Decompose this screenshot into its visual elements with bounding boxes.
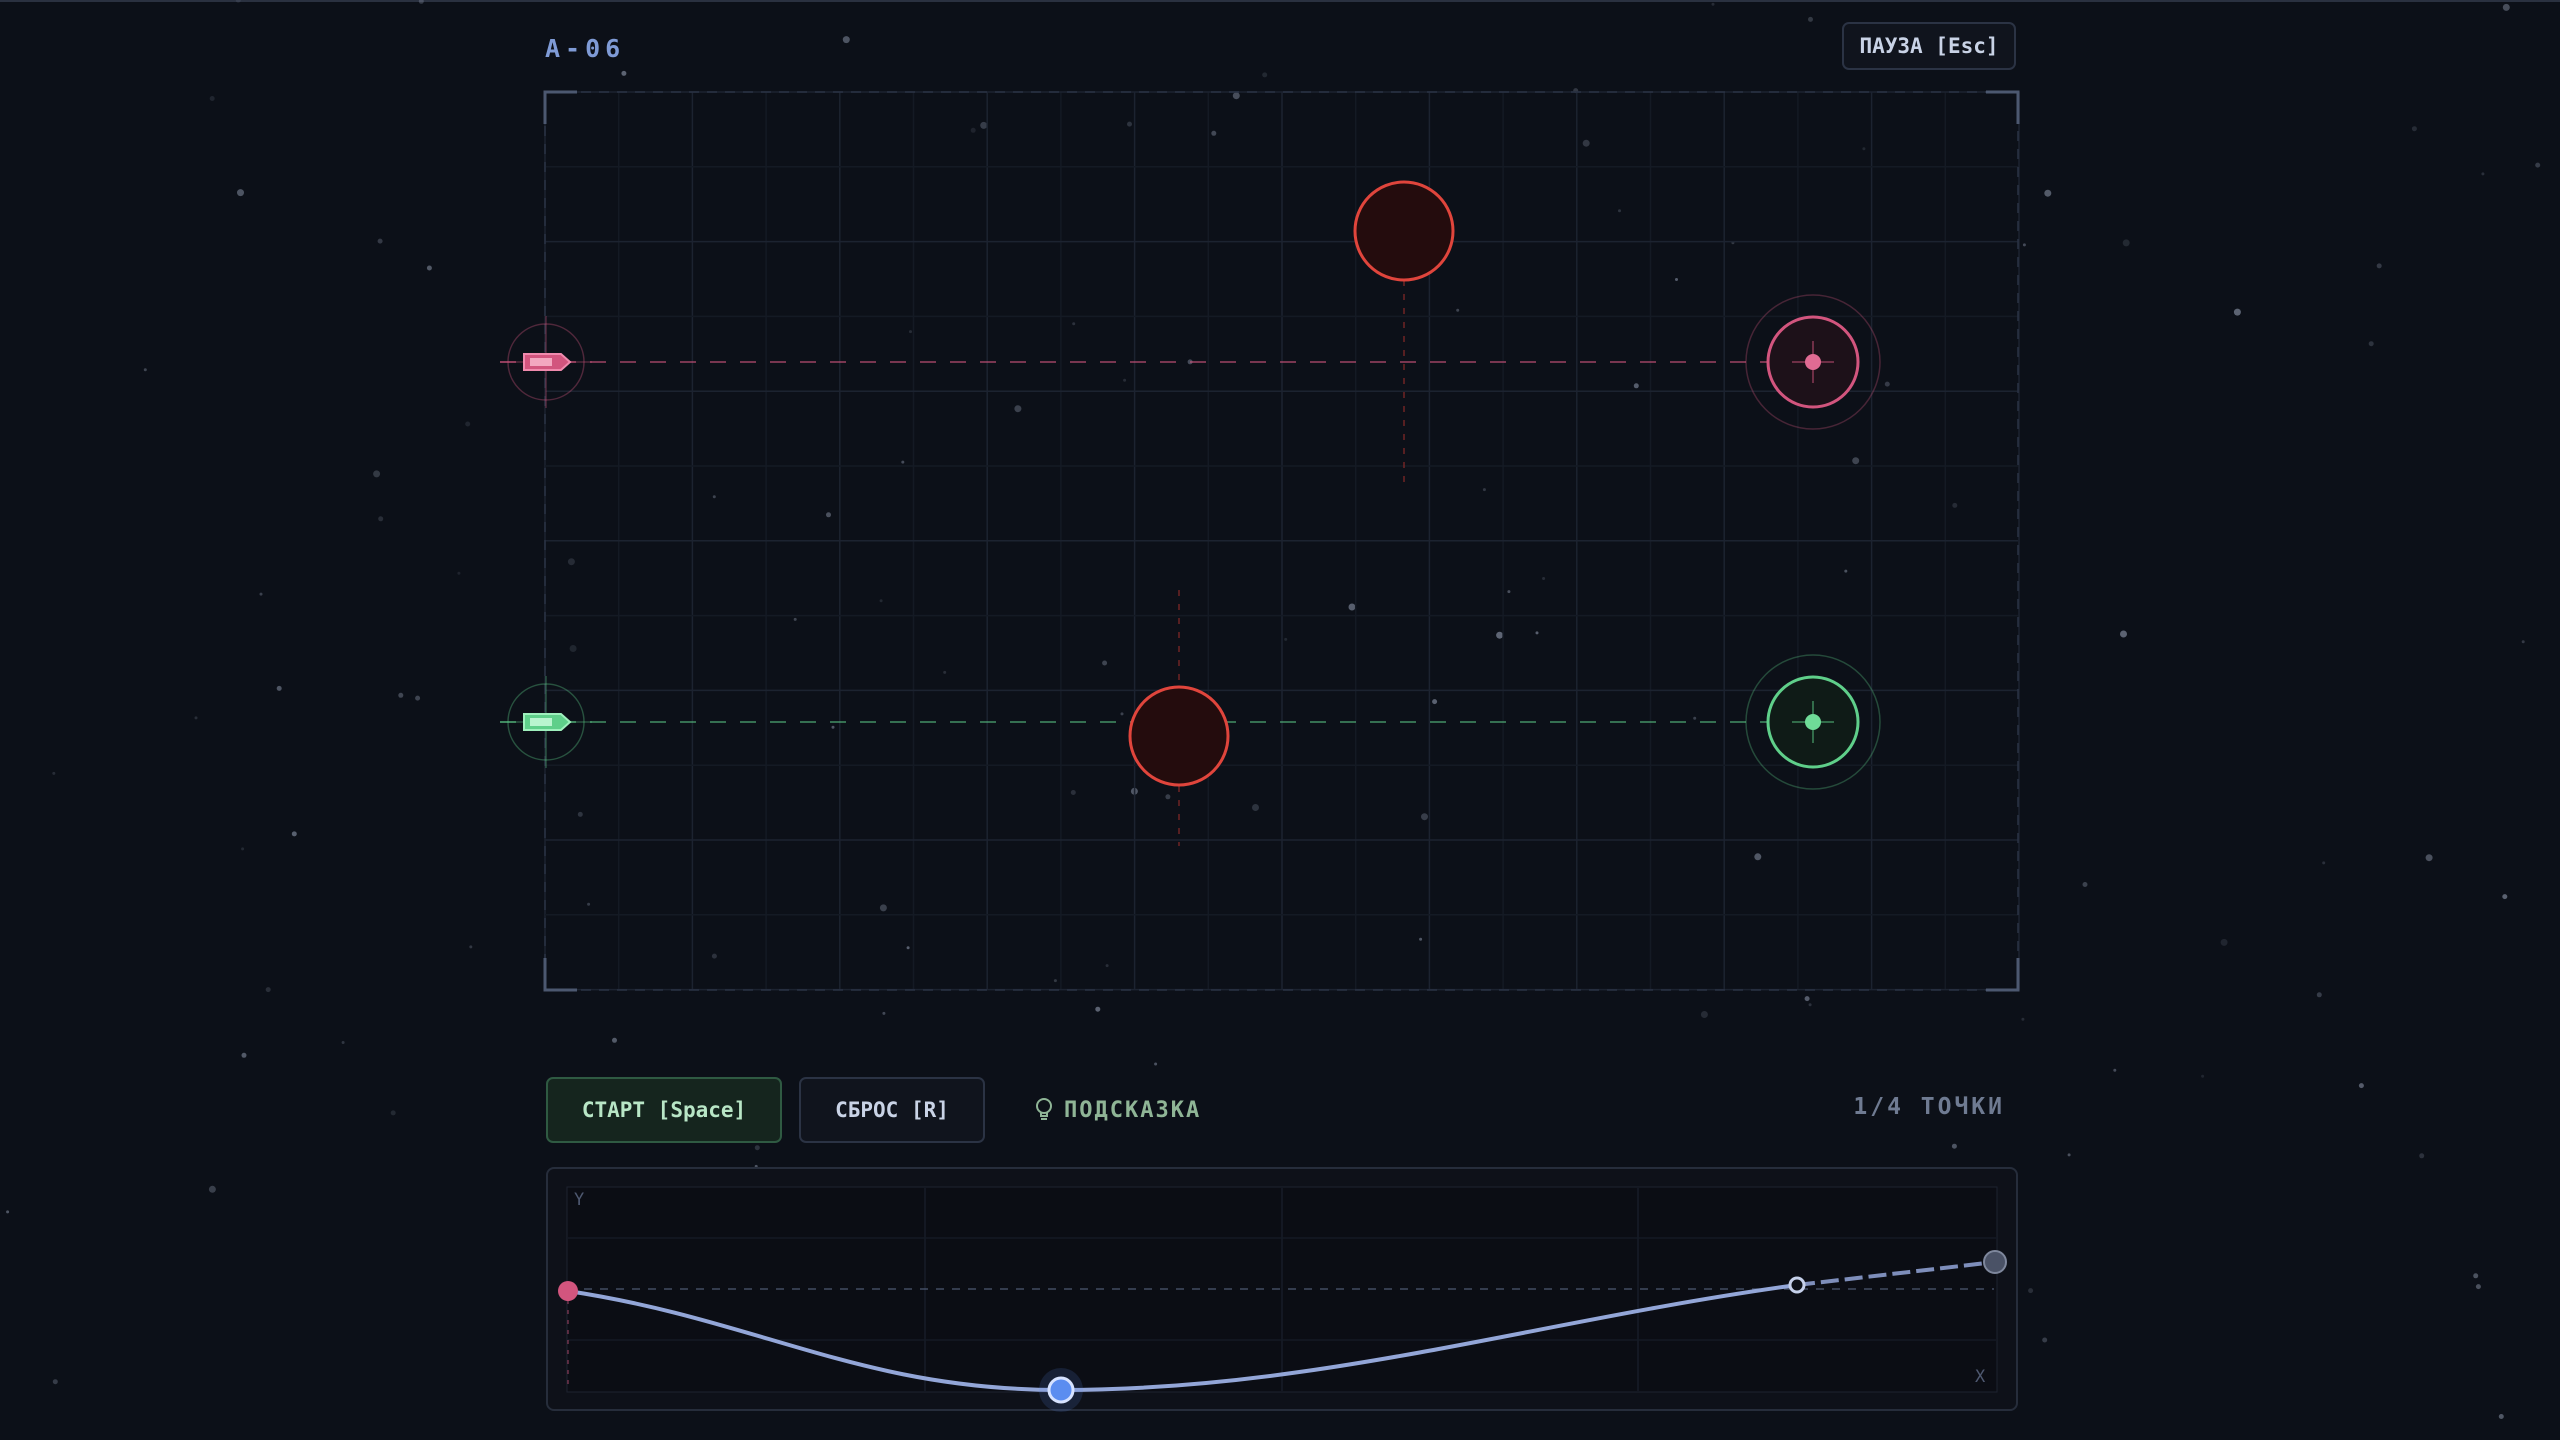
reset-button[interactable]: СБРОС [R] xyxy=(799,1077,985,1143)
hint-label: ПОДСКАЗКА xyxy=(1064,1097,1202,1123)
graph-control-point-active[interactable] xyxy=(1039,1368,1083,1412)
field-grid xyxy=(544,91,2020,991)
graph-control-point[interactable] xyxy=(1788,1276,1806,1294)
points-counter: 1/4 ТОЧКИ xyxy=(1853,1094,2005,1120)
hint-button[interactable]: ПОДСКАЗКА xyxy=(1034,1092,1201,1128)
red-obstacle-top xyxy=(1353,180,1455,282)
graph-end-point[interactable] xyxy=(1983,1250,2007,1274)
start-button[interactable]: СТАРТ [Space] xyxy=(546,1077,782,1143)
lightbulb-icon xyxy=(1036,1098,1052,1120)
pink-ship[interactable] xyxy=(500,316,592,408)
red-obstacle-bottom xyxy=(1128,685,1230,787)
